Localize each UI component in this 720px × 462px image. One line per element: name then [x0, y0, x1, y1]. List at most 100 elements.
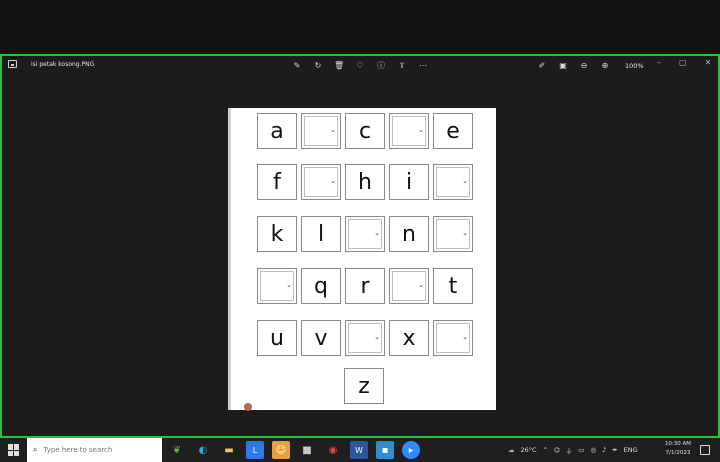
windows-logo-pane — [8, 444, 13, 450]
rotate-icon[interactable]: ↻ — [313, 61, 323, 71]
blank-dropdown-cell: ⌄ — [301, 164, 341, 200]
chevron-down-icon: ⌄ — [418, 126, 424, 134]
letter-text: l — [317, 221, 325, 247]
close-icon[interactable]: ✕ — [705, 58, 712, 67]
maximize-icon[interactable]: ▢ — [679, 58, 687, 67]
zoom-level[interactable]: 100% — [625, 62, 644, 70]
letter-cell-v: v — [301, 320, 341, 356]
letter-text: e — [446, 118, 460, 144]
letter-cell-k: k — [257, 216, 297, 252]
orange-app-icon[interactable]: ☺ — [272, 441, 290, 459]
usb-icon[interactable]: ⏚ — [566, 445, 573, 455]
letter-text: q — [314, 273, 328, 299]
title-left: isi petak kosong.PNG — [8, 60, 94, 68]
show-hidden-icons-icon[interactable]: ⌃ — [543, 446, 548, 454]
blank-dropdown-cell: ⌄ — [433, 164, 473, 200]
language-indicator[interactable]: ENG — [624, 446, 638, 454]
blank-dropdown-cell: ⌄ — [433, 216, 473, 252]
avatar — [244, 403, 252, 411]
windows-logo-pane — [8, 450, 13, 456]
letter-text: f — [273, 169, 281, 195]
volume-icon[interactable]: ♪ — [602, 446, 606, 454]
windows-logo-pane — [14, 444, 19, 450]
zoom-in-icon[interactable]: ⊕ — [600, 61, 610, 71]
letter-cell-n: n — [389, 216, 429, 252]
letter-cell-x: x — [389, 320, 429, 356]
windows-logo-pane — [14, 450, 19, 456]
blank-dropdown-cell: ⌄ — [301, 113, 341, 149]
info-icon[interactable]: ⓘ — [376, 61, 386, 71]
chevron-down-icon: ⌄ — [418, 281, 424, 289]
notification-icon[interactable] — [700, 445, 710, 455]
word-app-icon[interactable]: W — [350, 441, 368, 459]
letter-text: n — [402, 221, 416, 247]
taskbar-clock[interactable]: 10:30 AM 7/1/2023 — [660, 440, 696, 458]
photos-app-icon — [8, 60, 17, 68]
zoom-out-icon[interactable]: ⊖ — [579, 61, 589, 71]
wifi-icon[interactable]: ◎ — [590, 446, 596, 454]
system-tray: ☁ 26°C ⌃ ⌬ ⏚ ▭ ◎ ♪ ✒ ENG — [508, 438, 638, 462]
photos-taskbar-icon[interactable]: ▪ — [376, 441, 394, 459]
battery-icon[interactable]: ▭ — [578, 446, 584, 454]
chevron-down-icon: ⌄ — [462, 229, 468, 237]
letter-cell-f: f — [257, 164, 297, 200]
windows-taskbar: ⌕ ❦ ◐ ▬ L ☺ ■ ◉ W ▪ ▶ ☁ 26°C ⌃ ⌬ ⏚ ▭ ◎ ♪… — [0, 438, 720, 462]
letter-text: u — [270, 325, 284, 351]
favorite-heart-icon[interactable]: ♡ — [355, 61, 365, 71]
blank-dropdown-cell: ⌄ — [389, 268, 429, 304]
chevron-down-icon: ⌄ — [330, 126, 336, 134]
letter-cell-q: q — [301, 268, 341, 304]
letter-cell-c: c — [345, 113, 385, 149]
weather-cloud-icon[interactable]: ☁ — [508, 446, 515, 454]
letter-text: c — [358, 118, 372, 144]
widgets-icon[interactable]: ❦ — [168, 441, 186, 459]
desktop-screen: isi petak kosong.PNG ✎ ↻ 🗑 ♡ ⓘ ⇪ ⋯ ✐ ▣ ⊖… — [0, 0, 720, 462]
blank-dropdown-cell: ⌄ — [433, 320, 473, 356]
blank-dropdown-cell: ⌄ — [345, 216, 385, 252]
network-icon[interactable]: ⌬ — [554, 446, 560, 454]
minimize-icon[interactable]: – — [657, 58, 661, 67]
chevron-down-icon: ⌄ — [374, 229, 380, 237]
blank-dropdown-cell: ⌄ — [257, 268, 297, 304]
letter-text: i — [405, 169, 413, 195]
zoom-app-icon[interactable]: ▶ — [402, 441, 420, 459]
displayed-image: a ⌄ c ⌄ e f ⌄ h i ⌄ k l ⌄ n ⌄ ⌄ q r ⌄ t u v ⌄ x ⌄ z — [228, 108, 496, 411]
top-dark-area — [0, 0, 720, 54]
file-explorer-icon[interactable]: ▬ — [220, 441, 238, 459]
start-button[interactable] — [8, 444, 20, 456]
letter-text: z — [358, 373, 370, 399]
chevron-down-icon: ⌄ — [286, 281, 292, 289]
letter-cell-a: a — [257, 113, 297, 149]
more-options-icon[interactable]: ⋯ — [418, 61, 428, 71]
learning-app-icon[interactable]: L — [246, 441, 264, 459]
letter-cell-l: l — [301, 216, 341, 252]
search-icon: ⌕ — [33, 445, 38, 454]
dark-app-icon[interactable]: ■ — [298, 441, 316, 459]
letter-text: h — [358, 169, 372, 195]
letter-text: k — [270, 221, 284, 247]
taskbar-search-box[interactable]: ⌕ — [27, 438, 162, 462]
edge-browser-icon[interactable]: ◐ — [194, 441, 212, 459]
share-icon[interactable]: ⇪ — [397, 61, 407, 71]
window-controls: – ▢ ✕ — [657, 58, 711, 67]
draw-pen-icon[interactable]: ✐ — [537, 61, 547, 71]
temperature-text[interactable]: 26°C — [521, 446, 537, 454]
letter-text: v — [314, 325, 328, 351]
title-bar: isi petak kosong.PNG ✎ ↻ 🗑 ♡ ⓘ ⇪ ⋯ ✐ ▣ ⊖… — [2, 56, 718, 78]
letter-cell-i: i — [389, 164, 429, 200]
letter-cell-u: u — [257, 320, 297, 356]
search-input[interactable] — [43, 446, 154, 454]
chevron-down-icon: ⌄ — [374, 333, 380, 341]
clock-time: 10:30 AM — [664, 441, 692, 447]
delete-icon[interactable]: 🗑 — [334, 61, 344, 71]
letter-cell-z: z — [344, 368, 384, 404]
edit-image-icon[interactable]: ✎ — [292, 61, 302, 71]
letter-text: t — [448, 273, 458, 299]
pen-icon[interactable]: ✒ — [612, 446, 617, 454]
letter-cell-t: t — [433, 268, 473, 304]
fit-screen-icon[interactable]: ▣ — [558, 61, 568, 71]
blank-dropdown-cell: ⌄ — [345, 320, 385, 356]
letter-cell-e: e — [433, 113, 473, 149]
chrome-browser-icon[interactable]: ◉ — [324, 441, 342, 459]
photos-app-window: isi petak kosong.PNG ✎ ↻ 🗑 ♡ ⓘ ⇪ ⋯ ✐ ▣ ⊖… — [0, 54, 720, 438]
